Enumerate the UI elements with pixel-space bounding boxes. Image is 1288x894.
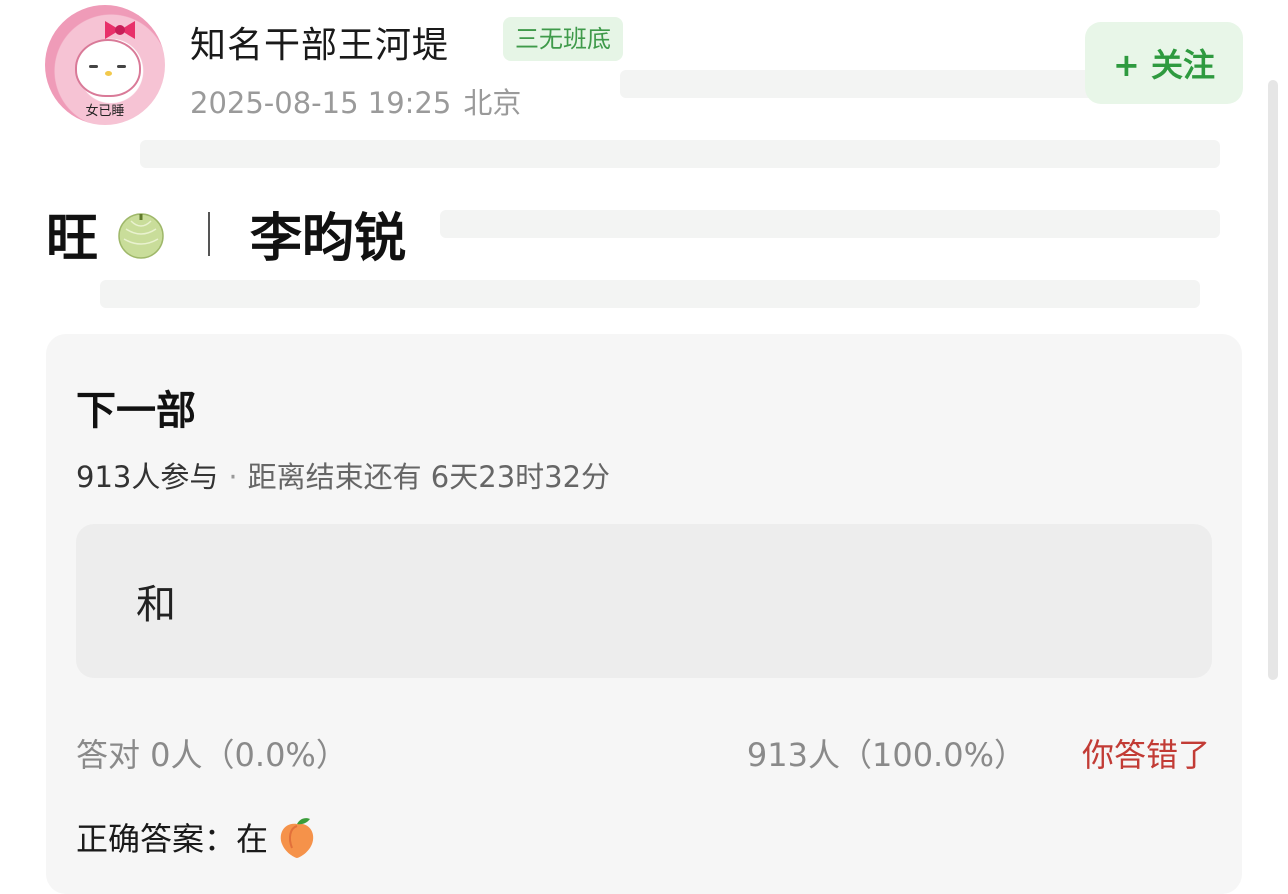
- username[interactable]: 知名干部王河堤: [190, 16, 449, 68]
- correct-answer: 正确答案：在: [76, 814, 320, 860]
- headline-left-text: 旺: [46, 209, 99, 269]
- wrong-answer-label: 你答错了: [1081, 736, 1210, 774]
- poll-option-text: 和: [136, 582, 176, 628]
- avatar-caption: 女已睡: [85, 104, 125, 119]
- follow-button[interactable]: + 关注: [1085, 22, 1243, 104]
- bow-icon: [105, 21, 135, 39]
- peach-icon: [280, 818, 314, 858]
- poll-meta: 913人参与 · 距离结束还有 6天23时32分: [76, 454, 610, 496]
- eye-left: [89, 65, 98, 68]
- post-datetime: 2025-08-15 19:25: [190, 86, 452, 120]
- poll-participants: 913人参与: [76, 460, 219, 494]
- post-headline: 旺 李昀锐: [46, 196, 406, 271]
- correct-answer-text: 正确答案：在: [76, 820, 269, 858]
- poll-countdown: 距离结束还有 6天23时32分: [247, 460, 611, 494]
- avatar[interactable]: 女已睡: [45, 5, 165, 125]
- poll-option[interactable]: 和: [76, 524, 1212, 678]
- melon-icon: [118, 212, 164, 259]
- headline-right-text: 李昀锐: [250, 209, 407, 269]
- poll-title: 下一部: [76, 388, 196, 434]
- poll-card: 下一部 913人参与 · 距离结束还有 6天23时32分 和 答对 0人（0.0%）…: [46, 334, 1242, 894]
- user-badge: 三无班底: [503, 17, 623, 61]
- post-meta: 2025-08-15 19:25 北京: [190, 80, 521, 122]
- headline-divider: [208, 211, 211, 256]
- scrollbar[interactable]: [1268, 80, 1278, 680]
- correct-stat: 答对 0人（0.0%）: [76, 736, 348, 774]
- wrong-stat: 913人（100.0%）: [746, 736, 1026, 774]
- nose: [105, 71, 112, 76]
- kitty-face: [75, 39, 141, 97]
- eye-right: [117, 65, 126, 68]
- post-location: 北京: [463, 86, 522, 120]
- poll-separator: ·: [228, 460, 238, 494]
